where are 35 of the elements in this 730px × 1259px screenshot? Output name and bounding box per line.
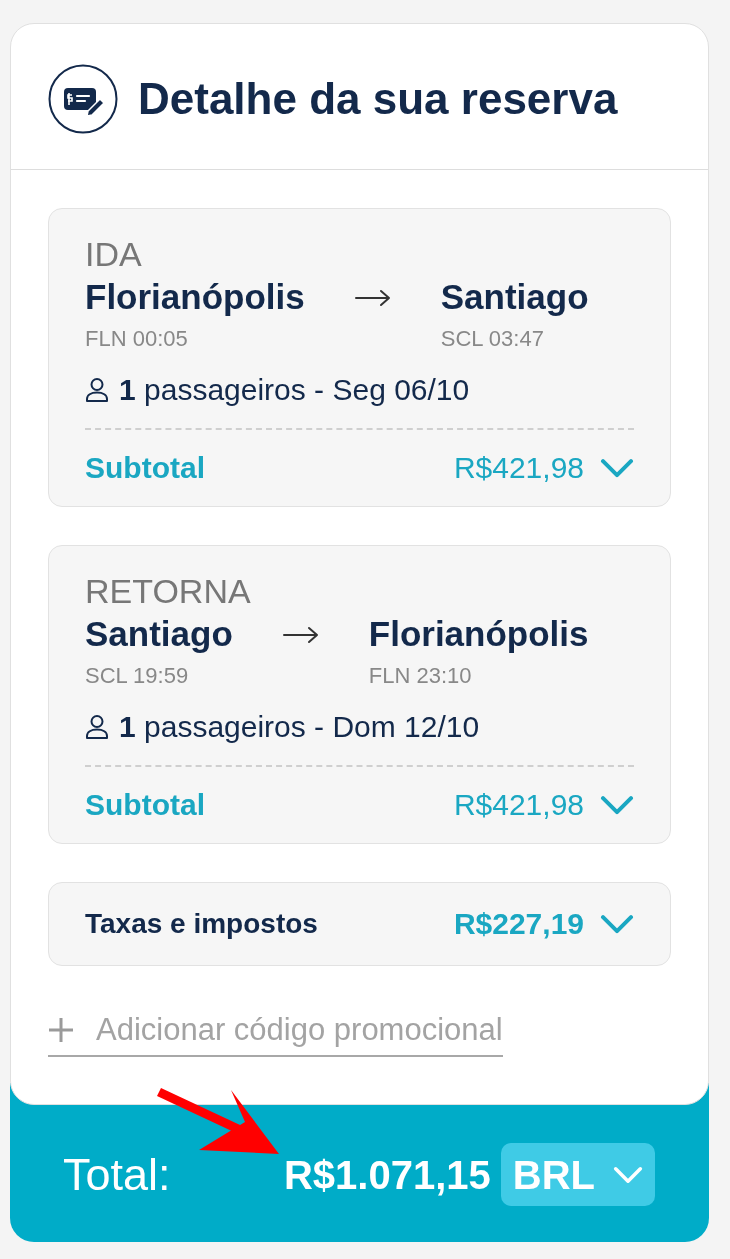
chevron-icon[interactable]: [600, 913, 634, 935]
passenger-info: 1 passageiros - Seg 06/10: [119, 374, 470, 406]
total-label: Total:: [63, 1150, 171, 1199]
destination-city: Florianópolis: [368, 614, 589, 654]
panel-title: Detalhe da sua reserva: [138, 72, 618, 125]
destination-city: Santiago: [440, 277, 589, 317]
promo-code-button[interactable]: Adicionar código promocional: [48, 1013, 503, 1057]
chevron-icon[interactable]: [600, 794, 634, 816]
receipt-edit-icon: [48, 63, 118, 134]
subtotal-label: Subtotal: [85, 789, 205, 821]
person-icon: [85, 714, 109, 740]
segment-direction: IDA: [85, 237, 142, 271]
origin-code-time: FLN 00:05: [85, 327, 189, 351]
origin-code-time: SCL 19:59: [85, 664, 190, 688]
subtotal-price: R$421,98: [453, 789, 584, 821]
currency-dropdown[interactable]: BRL: [500, 1143, 655, 1206]
origin-city: Santiago: [85, 614, 233, 654]
destination-code-time: FLN 23:10: [368, 664, 473, 688]
chevron-icon[interactable]: [600, 457, 634, 479]
subtotal-label: Subtotal: [85, 452, 205, 484]
segment-direction: RETORNA: [85, 574, 251, 608]
passenger-info: 1 passageiros - Dom 12/10: [119, 711, 480, 743]
pointer-arrow-icon: [155, 1088, 281, 1156]
taxes-row[interactable]: Taxas e impostos R$227,19: [48, 882, 671, 966]
chevron-icon[interactable]: [613, 1165, 643, 1184]
subtotal-price: R$421,98: [453, 452, 584, 484]
taxes-label: Taxas e impostos: [85, 908, 318, 940]
person-icon: [85, 377, 109, 403]
origin-city: Florianópolis: [85, 277, 305, 317]
plus-icon: [48, 1017, 74, 1043]
taxes-amount: R$227,19: [453, 908, 584, 940]
total-amount: R$1.071,15: [283, 1151, 491, 1199]
destination-code-time: SCL 03:47: [440, 327, 545, 351]
arrow-right-icon: [354, 289, 391, 307]
arrow-right-icon: [282, 626, 319, 644]
